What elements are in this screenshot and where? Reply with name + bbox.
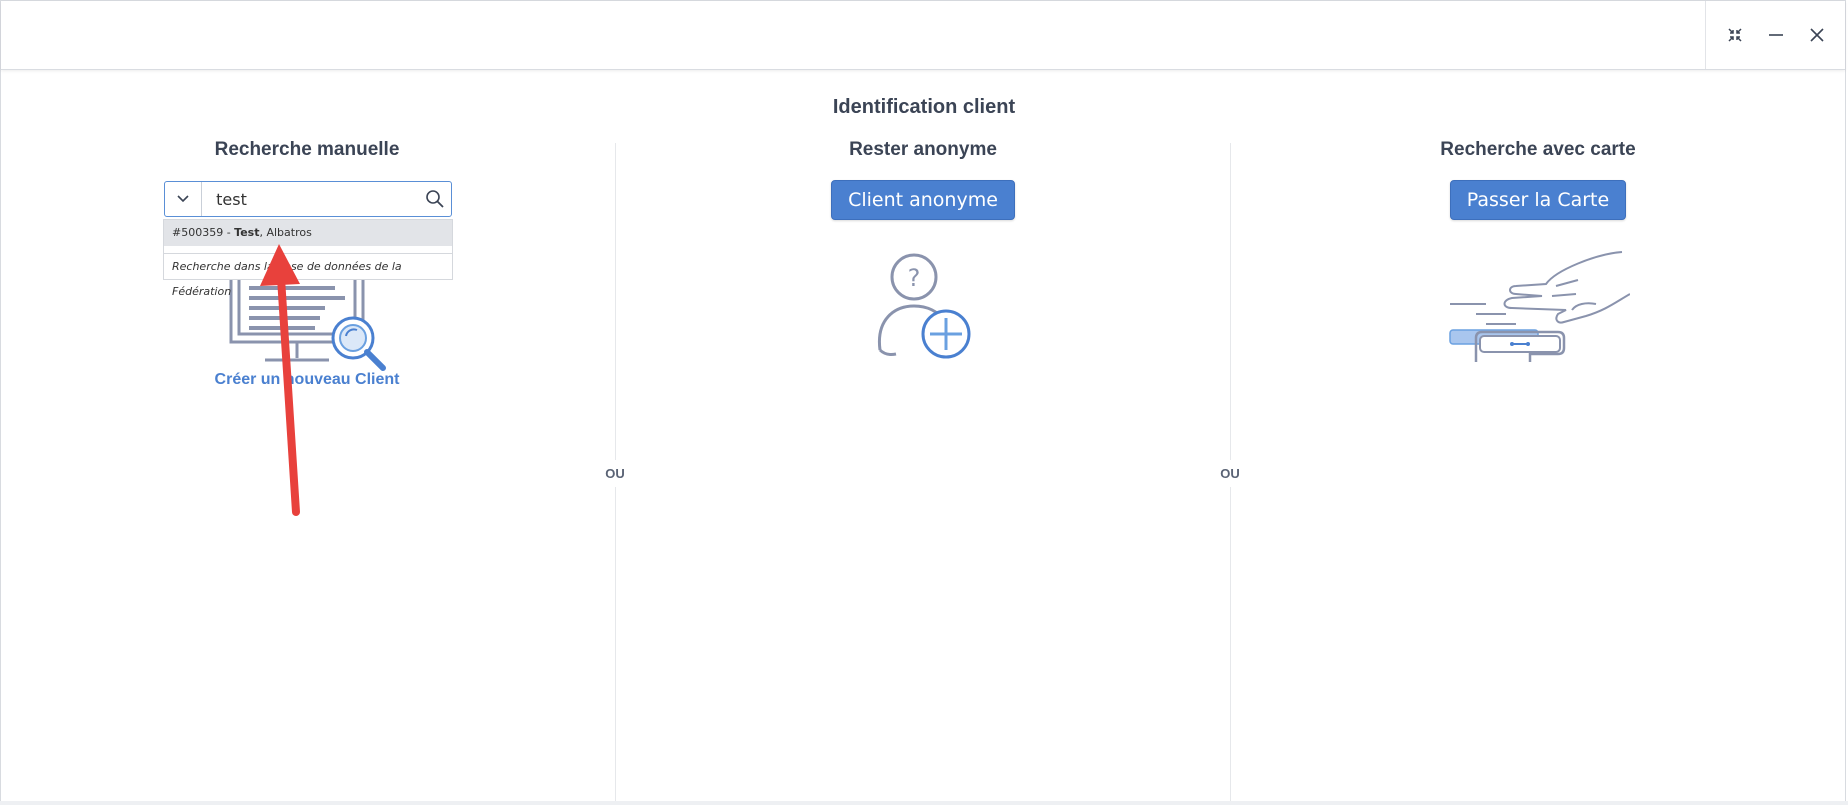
result-firstname: , Albatros [259, 226, 312, 239]
page-title: Identification client [832, 96, 1016, 118]
close-icon[interactable] [1803, 21, 1831, 49]
or-separator-left: OU [595, 460, 635, 487]
search-icon[interactable] [418, 189, 451, 209]
or-separator-right: OU [1210, 460, 1250, 487]
search-result-item[interactable]: #500359 - Test, Albatros [164, 220, 452, 246]
fullscreen-exit-icon[interactable] [1721, 21, 1749, 49]
manual-search-heading: Recherche manuelle [214, 139, 400, 160]
search-results-dropdown: #500359 - Test, Albatros Recherche dans … [163, 219, 453, 298]
create-client-link[interactable]: Créer un nouveau Client [0, 371, 614, 389]
search-input[interactable] [202, 182, 419, 216]
anonymous-user-illustration: ? [877, 253, 971, 359]
card-search-heading: Recherche avec carte [1440, 139, 1636, 160]
swipe-card-button[interactable]: Passer la Carte [1449, 180, 1627, 220]
card-search-column: Recherche avec carte Passer la Carte [1231, 138, 1845, 220]
card-swipe-illustration [1449, 251, 1630, 362]
window-controls [1705, 1, 1845, 69]
bottom-strip [0, 801, 1848, 805]
title-bar [1, 1, 1845, 70]
client-search-box [164, 181, 452, 217]
anonymous-client-button[interactable]: Client anonyme [831, 180, 1015, 220]
anonymous-heading: Rester anonyme [849, 139, 997, 160]
app-window [0, 0, 1846, 802]
search-mode-dropdown[interactable] [165, 182, 203, 216]
svg-text:?: ? [908, 264, 921, 292]
result-id: #500359 - [172, 226, 235, 239]
chevron-down-icon [177, 195, 189, 203]
anonymous-column: Rester anonyme Client anonyme [616, 138, 1230, 220]
result-lastname: Test [234, 226, 260, 239]
manual-search-column: Recherche manuelle [0, 138, 614, 162]
federation-search-option[interactable]: Recherche dans la base de données de la … [164, 253, 452, 298]
minimize-icon[interactable] [1762, 21, 1790, 49]
